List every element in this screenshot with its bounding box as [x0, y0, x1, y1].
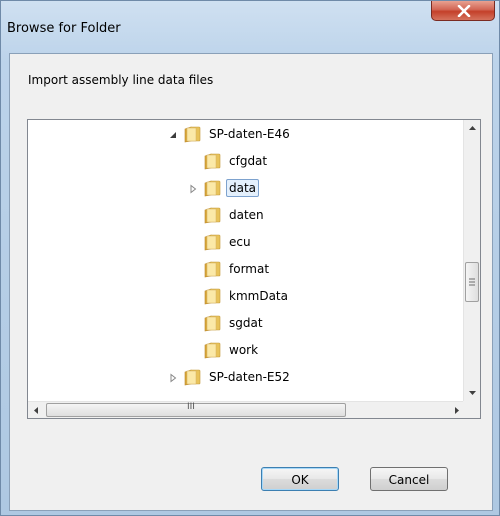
tree-item[interactable]: ecu [28, 230, 448, 254]
scroll-up-arrow[interactable] [464, 120, 480, 137]
tree-item-label[interactable]: ecu [226, 233, 254, 251]
arrow-up-icon [469, 126, 476, 130]
tree-item[interactable]: kmmData [28, 284, 448, 308]
vertical-scrollbar[interactable] [463, 120, 480, 401]
tree-item[interactable]: SP-daten-E52 [28, 365, 448, 389]
folder-icon [204, 207, 221, 224]
folder-icon [204, 288, 221, 305]
instruction-text: Import assembly line data files [28, 73, 214, 87]
vertical-scroll-thumb[interactable] [465, 262, 479, 302]
folder-icon [204, 180, 221, 197]
cancel-button[interactable]: Cancel [370, 467, 448, 491]
scrollbar-corner [463, 401, 480, 418]
tree-item[interactable]: SP-daten-E46 [28, 122, 448, 146]
tree-item-label[interactable]: data [226, 179, 260, 197]
folder-icon [204, 153, 221, 170]
tree-item-label[interactable]: daten [226, 206, 267, 224]
tree-item[interactable]: cfgdat [28, 149, 448, 173]
tree-item-label[interactable]: SP-daten-E52 [206, 368, 293, 386]
tree-item[interactable]: work [28, 338, 448, 362]
close-button[interactable] [431, 1, 495, 21]
arrow-left-icon [34, 407, 38, 414]
tree-item-label[interactable]: kmmData [226, 287, 291, 305]
tree-item[interactable]: sgdat [28, 311, 448, 335]
expanded-arrow-icon[interactable] [168, 130, 178, 140]
collapsed-arrow-icon[interactable] [168, 373, 178, 383]
folder-icon [184, 369, 201, 386]
horizontal-scrollbar[interactable]: III [28, 401, 465, 418]
folder-icon [204, 342, 221, 359]
window-title: Browse for Folder [7, 21, 121, 36]
title-bar[interactable]: Browse for Folder [1, 1, 499, 53]
tree-item[interactable]: daten [28, 203, 448, 227]
scroll-left-arrow[interactable] [28, 402, 45, 418]
tree-item-label[interactable]: format [226, 260, 272, 278]
grip-icon [469, 278, 475, 286]
grip-icon: III [187, 402, 195, 412]
tree-item-label[interactable]: sgdat [226, 314, 266, 332]
tree-item[interactable]: data [28, 176, 448, 200]
tree-item-label[interactable]: cfgdat [226, 152, 270, 170]
tree-item-label[interactable]: SP-daten-E46 [206, 125, 293, 143]
tree-item-label[interactable]: work [226, 341, 261, 359]
folder-icon [184, 126, 201, 143]
dialog-window: Browse for Folder Import assembly line d… [0, 0, 500, 516]
folder-icon [204, 234, 221, 251]
horizontal-scroll-thumb[interactable]: III [46, 402, 346, 417]
folder-tree[interactable]: SP-daten-E46 cfgdat data daten ecu format kmmD… [27, 119, 481, 419]
close-icon [457, 5, 471, 17]
ok-button[interactable]: OK [261, 467, 339, 491]
folder-icon [204, 315, 221, 332]
folder-icon [204, 261, 221, 278]
scroll-down-arrow[interactable] [464, 384, 480, 401]
tree-item[interactable]: format [28, 257, 448, 281]
arrow-down-icon [469, 391, 476, 395]
collapsed-arrow-icon[interactable] [188, 184, 198, 194]
